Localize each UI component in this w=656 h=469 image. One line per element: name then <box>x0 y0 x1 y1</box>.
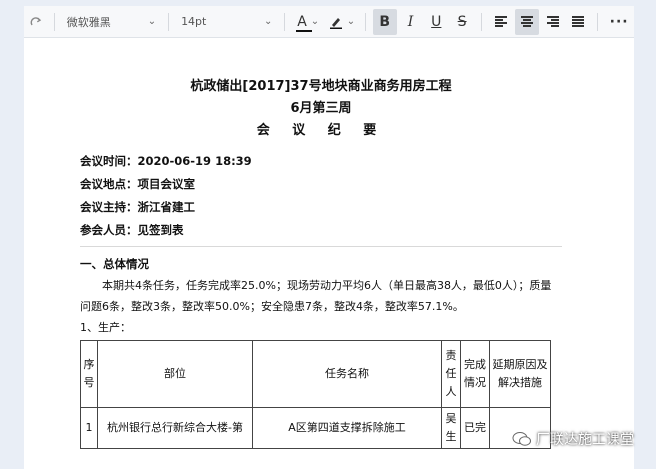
doc-title-line3: 会 议 纪 要 <box>256 123 386 138</box>
header-owner: 责任人 <box>441 340 461 408</box>
highlight-color-button[interactable]: ⌄ <box>325 9 359 35</box>
document-page[interactable]: 杭政储出[2017]37号地块商业商务用房工程 6月第三周 会 议 纪 要 会议… <box>80 76 562 449</box>
align-left-button[interactable] <box>489 9 513 35</box>
justify-icon <box>572 16 585 27</box>
meeting-time: 会议时间：2020-06-19 18:39 <box>80 154 252 168</box>
align-center-icon <box>520 16 533 27</box>
wechat-icon <box>512 432 531 446</box>
align-left-icon <box>494 16 507 27</box>
strikethrough-button[interactable]: S <box>450 9 474 35</box>
underline-button[interactable]: U <box>424 9 448 35</box>
meeting-info: 会议时间：2020-06-19 18:39 会议地点：项目会议室 会议主持：浙江… <box>80 150 562 242</box>
cell-seq: 1 <box>80 407 98 449</box>
chevron-down-icon: ⌄ <box>147 16 157 27</box>
divider <box>80 246 562 247</box>
align-right-button[interactable] <box>541 9 565 35</box>
font-family-value: 微软雅黑 <box>66 15 111 29</box>
doc-title-line1: 杭政储出[2017]37号地块商业商务用房工程 <box>190 79 452 94</box>
meeting-location: 会议地点：项目会议室 <box>80 177 195 191</box>
redo-icon[interactable] <box>24 9 48 35</box>
font-family-select[interactable]: 微软雅黑 ⌄ <box>61 9 162 35</box>
header-done: 完成情况 <box>460 340 490 408</box>
header-delay: 延期原因及解决措施 <box>489 340 551 408</box>
cell-task: A区第四道支撑拆除施工 <box>252 407 442 449</box>
toolbar-divider <box>364 12 366 31</box>
font-color-swatch <box>296 29 313 32</box>
italic-button[interactable]: I <box>399 9 423 35</box>
toolbar-divider <box>53 12 55 31</box>
toolbar-divider <box>481 12 482 31</box>
font-size-value: 14pt <box>181 15 207 28</box>
meeting-host: 会议主持：浙江省建工 <box>80 200 195 214</box>
table-header-row: 序号 部位 任务名称 责任人 完成情况 延期原因及解决措施 <box>80 340 551 408</box>
highlighter-icon <box>329 17 342 29</box>
summary-paragraph: 本期共4条任务，任务完成率25.0%；现场劳动力平均6人（单日最高38人，最低0… <box>80 279 552 313</box>
align-center-button[interactable] <box>514 8 539 35</box>
header-seq: 序号 <box>80 340 98 408</box>
chevron-down-icon: ⌄ <box>310 16 320 27</box>
section-heading: 一、总体情况 <box>80 257 149 271</box>
editor-toolbar: 微软雅黑 ⌄ 14pt ⌄ A ⌄ ⌄ B I U S ··· <box>24 6 634 38</box>
header-task: 任务名称 <box>252 340 442 408</box>
toolbar-divider <box>284 12 286 31</box>
font-color-button[interactable]: A ⌄ <box>291 9 325 35</box>
watermark-text: 厂联达施工课堂 <box>536 432 634 448</box>
chevron-down-icon: ⌄ <box>346 16 356 27</box>
cell-done: 已完 <box>460 407 490 449</box>
watermark: 厂联达施工课堂 <box>512 429 634 449</box>
justify-button[interactable] <box>566 9 590 35</box>
header-location: 部位 <box>97 340 253 408</box>
cell-owner: 吴生 <box>441 407 461 449</box>
font-color-icon: A <box>297 13 307 30</box>
toolbar-divider <box>597 12 599 31</box>
subsection-heading: 1、生产： <box>80 321 131 334</box>
align-right-icon <box>546 16 559 27</box>
bold-button[interactable]: B <box>372 8 397 35</box>
font-size-select[interactable]: 14pt ⌄ <box>175 9 278 35</box>
cell-location: 杭州银行总行新综合大楼-第 <box>97 407 253 449</box>
chevron-down-icon: ⌄ <box>263 16 273 27</box>
doc-title-line2: 6月第三周 <box>290 101 352 116</box>
meeting-attendees: 参会人员：见签到表 <box>80 223 184 237</box>
toolbar-divider <box>168 12 170 31</box>
table-row: 1 杭州银行总行新综合大楼-第 A区第四道支撑拆除施工 吴生 已完 <box>80 407 551 449</box>
more-options-button[interactable]: ··· <box>604 9 634 35</box>
task-table: 序号 部位 任务名称 责任人 完成情况 延期原因及解决措施 1 杭州银行总行新综… <box>80 340 551 449</box>
document-canvas[interactable]: 杭政储出[2017]37号地块商业商务用房工程 6月第三周 会 议 纪 要 会议… <box>24 38 634 469</box>
